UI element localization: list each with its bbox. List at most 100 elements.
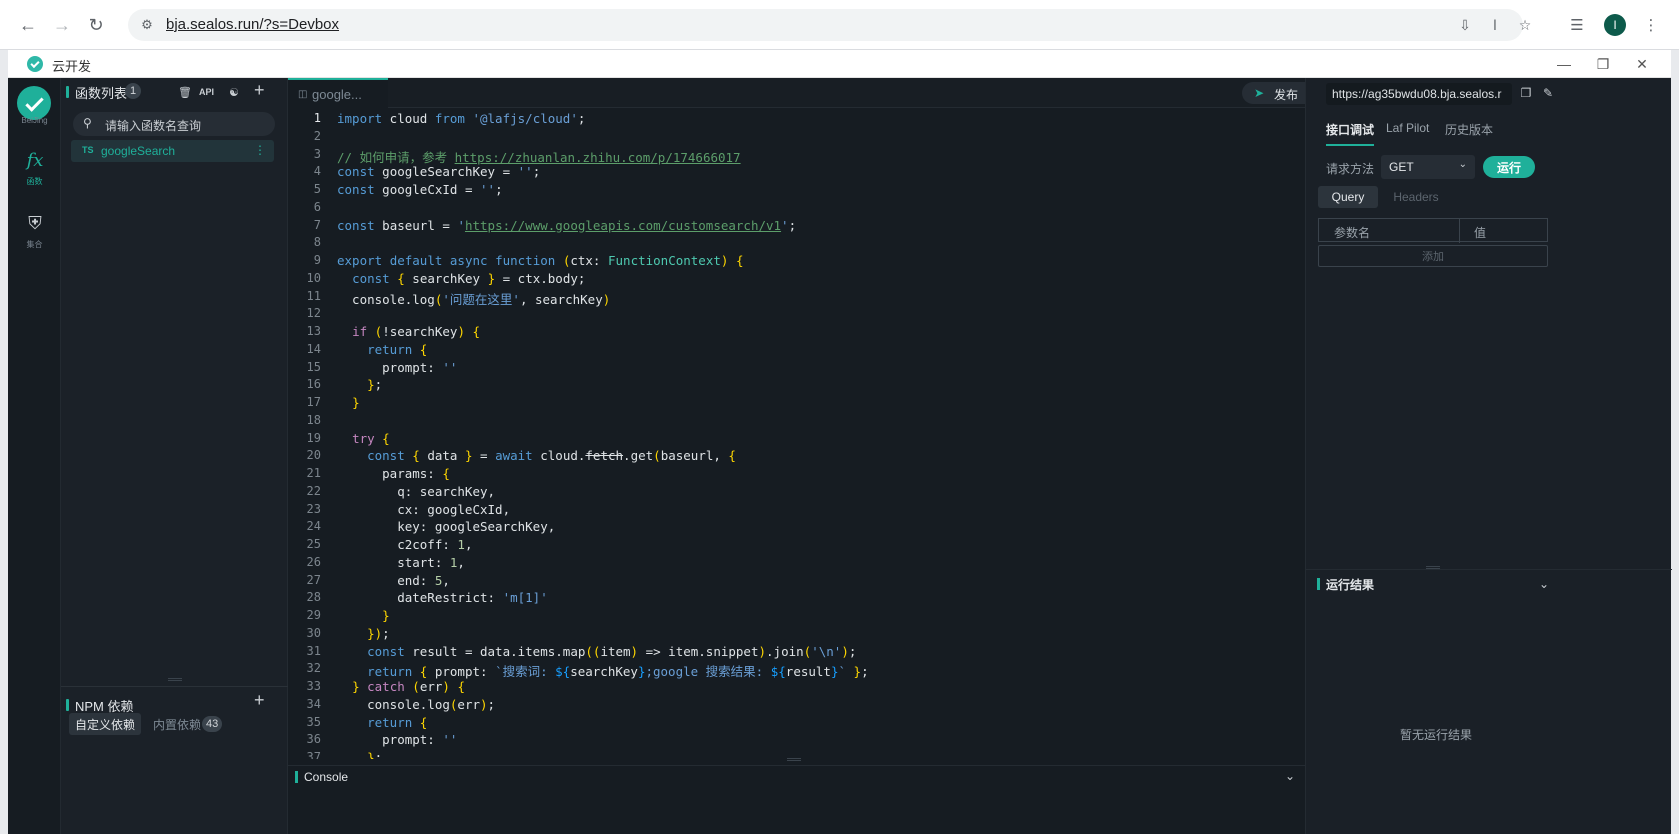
chevron-down-icon: ⌄	[1458, 159, 1467, 170]
code-line[interactable]: 15 prompt: ''	[288, 360, 1305, 378]
code-line[interactable]: 16 };	[288, 377, 1305, 395]
site-info-icon[interactable]: ⚙	[138, 16, 156, 34]
function-icon[interactable]: fx	[23, 148, 47, 172]
code-line[interactable]: 4 const googleSearchKey = '';	[288, 164, 1305, 182]
tab-builtin-deps[interactable]: 内置依赖	[147, 713, 207, 735]
translate-icon[interactable]: ا	[1486, 16, 1504, 34]
address-bar[interactable]: ⚙ bja.sealos.run/?s=Devbox ⇩ ا ☆	[128, 9, 1531, 41]
code-line[interactable]: 35 return {	[288, 715, 1305, 733]
code-text: }	[352, 395, 360, 410]
console-bar[interactable]: Console ⌄	[288, 765, 1305, 787]
region-label: BeiJing	[21, 116, 48, 125]
minimize-icon[interactable]: —	[1553, 53, 1575, 75]
code-line[interactable]: 10 const { searchKey } = ctx.body;	[288, 271, 1305, 289]
code-text: } catch (err) {	[352, 679, 465, 694]
code-line[interactable]: 21 params: {	[288, 466, 1305, 484]
database-icon[interactable]: ⛨	[23, 211, 47, 235]
tab-custom-deps[interactable]: 自定义依赖	[69, 713, 142, 735]
code-line[interactable]: 34 console.log(err);	[288, 697, 1305, 715]
reload-icon[interactable]: ↻	[84, 13, 108, 37]
code-line[interactable]: 29 }	[288, 608, 1305, 626]
resize-handle[interactable]	[168, 678, 182, 681]
code-text: prompt: ''	[337, 732, 458, 748]
bookmark-star-icon[interactable]: ☆	[1516, 16, 1534, 34]
line-number: 10	[306, 270, 321, 285]
code-line[interactable]: 28 dateRestrict: 'm[1]'	[288, 590, 1305, 608]
code-line[interactable]: 11 console.log('问题在这里', searchKey)	[288, 289, 1305, 307]
line-number: 36	[306, 732, 321, 747]
add-param-button[interactable]: 添加	[1318, 245, 1548, 267]
section-accent	[66, 699, 69, 711]
browser-menu-icon[interactable]: ⋮	[1640, 14, 1662, 36]
tab-api-debug[interactable]: 接口调试	[1326, 121, 1375, 146]
rocket-icon: ➤	[1254, 86, 1265, 100]
line-number: 4	[313, 164, 321, 179]
code-text: };	[367, 750, 383, 759]
code-line[interactable]: 25 c2coff: 1,	[288, 537, 1305, 555]
code-line[interactable]: 8	[288, 235, 1305, 253]
code-line[interactable]: 5 const googleCxId = '';	[288, 182, 1305, 200]
code-line[interactable]: 9 export default async function (ctx: Fun…	[288, 253, 1305, 271]
more-options-icon[interactable]: ⋮	[254, 143, 266, 157]
close-icon[interactable]: ✕	[1631, 53, 1653, 75]
restore-icon[interactable]: ❐	[1592, 53, 1614, 75]
code-text: return {	[367, 714, 428, 730]
code-line[interactable]: 23 cx: googleCxId,	[288, 502, 1305, 520]
install-app-icon[interactable]: ⇩	[1456, 16, 1474, 34]
code-line[interactable]: 7 const baseurl = 'https://www.googleapis…	[288, 218, 1305, 236]
param-table-header: 参数名 值	[1318, 218, 1548, 243]
tab-history[interactable]: 历史版本	[1445, 121, 1493, 138]
code-text: const result = data.items.map((item) => …	[367, 643, 857, 659]
forward-icon[interactable]: →	[50, 13, 74, 37]
api-button[interactable]: API	[199, 84, 214, 100]
function-url-field[interactable]: https://ag35bwdu08.bja.sealos.r	[1326, 83, 1512, 105]
code-line[interactable]: 24 key: googleSearchKey,	[288, 519, 1305, 537]
code-line[interactable]: 17 }	[288, 395, 1305, 413]
add-dependency-icon[interactable]: +	[254, 690, 265, 710]
code-line[interactable]: 19 try {	[288, 431, 1305, 449]
code-line[interactable]: 13 if (!searchKey) {	[288, 324, 1305, 342]
resize-handle[interactable]	[787, 758, 801, 761]
copy-icon[interactable]: ❐	[1518, 85, 1534, 101]
edit-icon[interactable]: ✎	[1540, 85, 1556, 101]
code-text: export default async function (ctx: Func…	[337, 253, 744, 268]
method-select[interactable]: GET ⌄	[1381, 155, 1475, 179]
code-text: c2coff: 1,	[337, 537, 473, 552]
chevron-down-icon[interactable]: ⌄	[1536, 576, 1552, 592]
profile-avatar[interactable]: I	[1604, 14, 1626, 36]
media-control-icon[interactable]: ☰	[1566, 14, 1588, 36]
code-line[interactable]: 36 prompt: ''	[288, 732, 1305, 750]
code-line[interactable]: 12	[288, 306, 1305, 324]
code-line[interactable]: 3 // 如何申请，参考 https://zhuanlan.zhihu.com/p…	[288, 147, 1305, 165]
function-search[interactable]: ⚲ 请输入函数名查询	[73, 112, 275, 136]
code-line[interactable]: 27 end: 5,	[288, 573, 1305, 591]
tab-headers[interactable]: Headers	[1386, 186, 1446, 208]
code-text: cx: googleCxId,	[337, 501, 511, 517]
code-line[interactable]: 1 import cloud from '@lafjs/cloud';	[288, 111, 1305, 129]
dependency-graph-icon[interactable]: ☯	[229, 84, 239, 100]
code-line[interactable]: 30 });	[288, 626, 1305, 644]
code-line[interactable]: 26 start: 1,	[288, 555, 1305, 573]
code-line[interactable]: 2	[288, 129, 1305, 147]
trash-icon[interactable]: 🗑	[178, 84, 192, 100]
laf-logo-icon[interactable]	[17, 86, 51, 120]
code-line[interactable]: 20 const { data } = await cloud.fetch.ge…	[288, 448, 1305, 466]
back-icon[interactable]: ←	[16, 13, 40, 37]
tab-file[interactable]: ◫ google...	[288, 78, 388, 108]
code-line[interactable]: 6	[288, 200, 1305, 218]
code-line[interactable]: 31 const result = data.items.map((item) …	[288, 644, 1305, 662]
code-line[interactable]: 22 q: searchKey,	[288, 484, 1305, 502]
url-text[interactable]: bja.sealos.run/?s=Devbox	[166, 16, 339, 33]
code-line[interactable]: 32 return { prompt: `搜索词: ${searchKey};g…	[288, 661, 1305, 679]
add-function-icon[interactable]: +	[254, 80, 265, 100]
code-line[interactable]: 33 } catch (err) {	[288, 679, 1305, 697]
search-input[interactable]: 请输入函数名查询	[105, 117, 201, 134]
chevron-down-icon[interactable]: ⌄	[1285, 769, 1295, 783]
tab-query[interactable]: Query	[1318, 186, 1378, 208]
code-line[interactable]: 14 return {	[288, 342, 1305, 360]
code-area[interactable]: 1 import cloud from '@lafjs/cloud'; 2 3// 如…	[288, 109, 1305, 759]
function-item[interactable]: TS googleSearch ⋮	[71, 140, 274, 162]
run-button[interactable]: 运行	[1483, 156, 1535, 178]
code-line[interactable]: 18	[288, 413, 1305, 431]
tab-laf-pilot[interactable]: Laf Pilot	[1386, 121, 1429, 135]
